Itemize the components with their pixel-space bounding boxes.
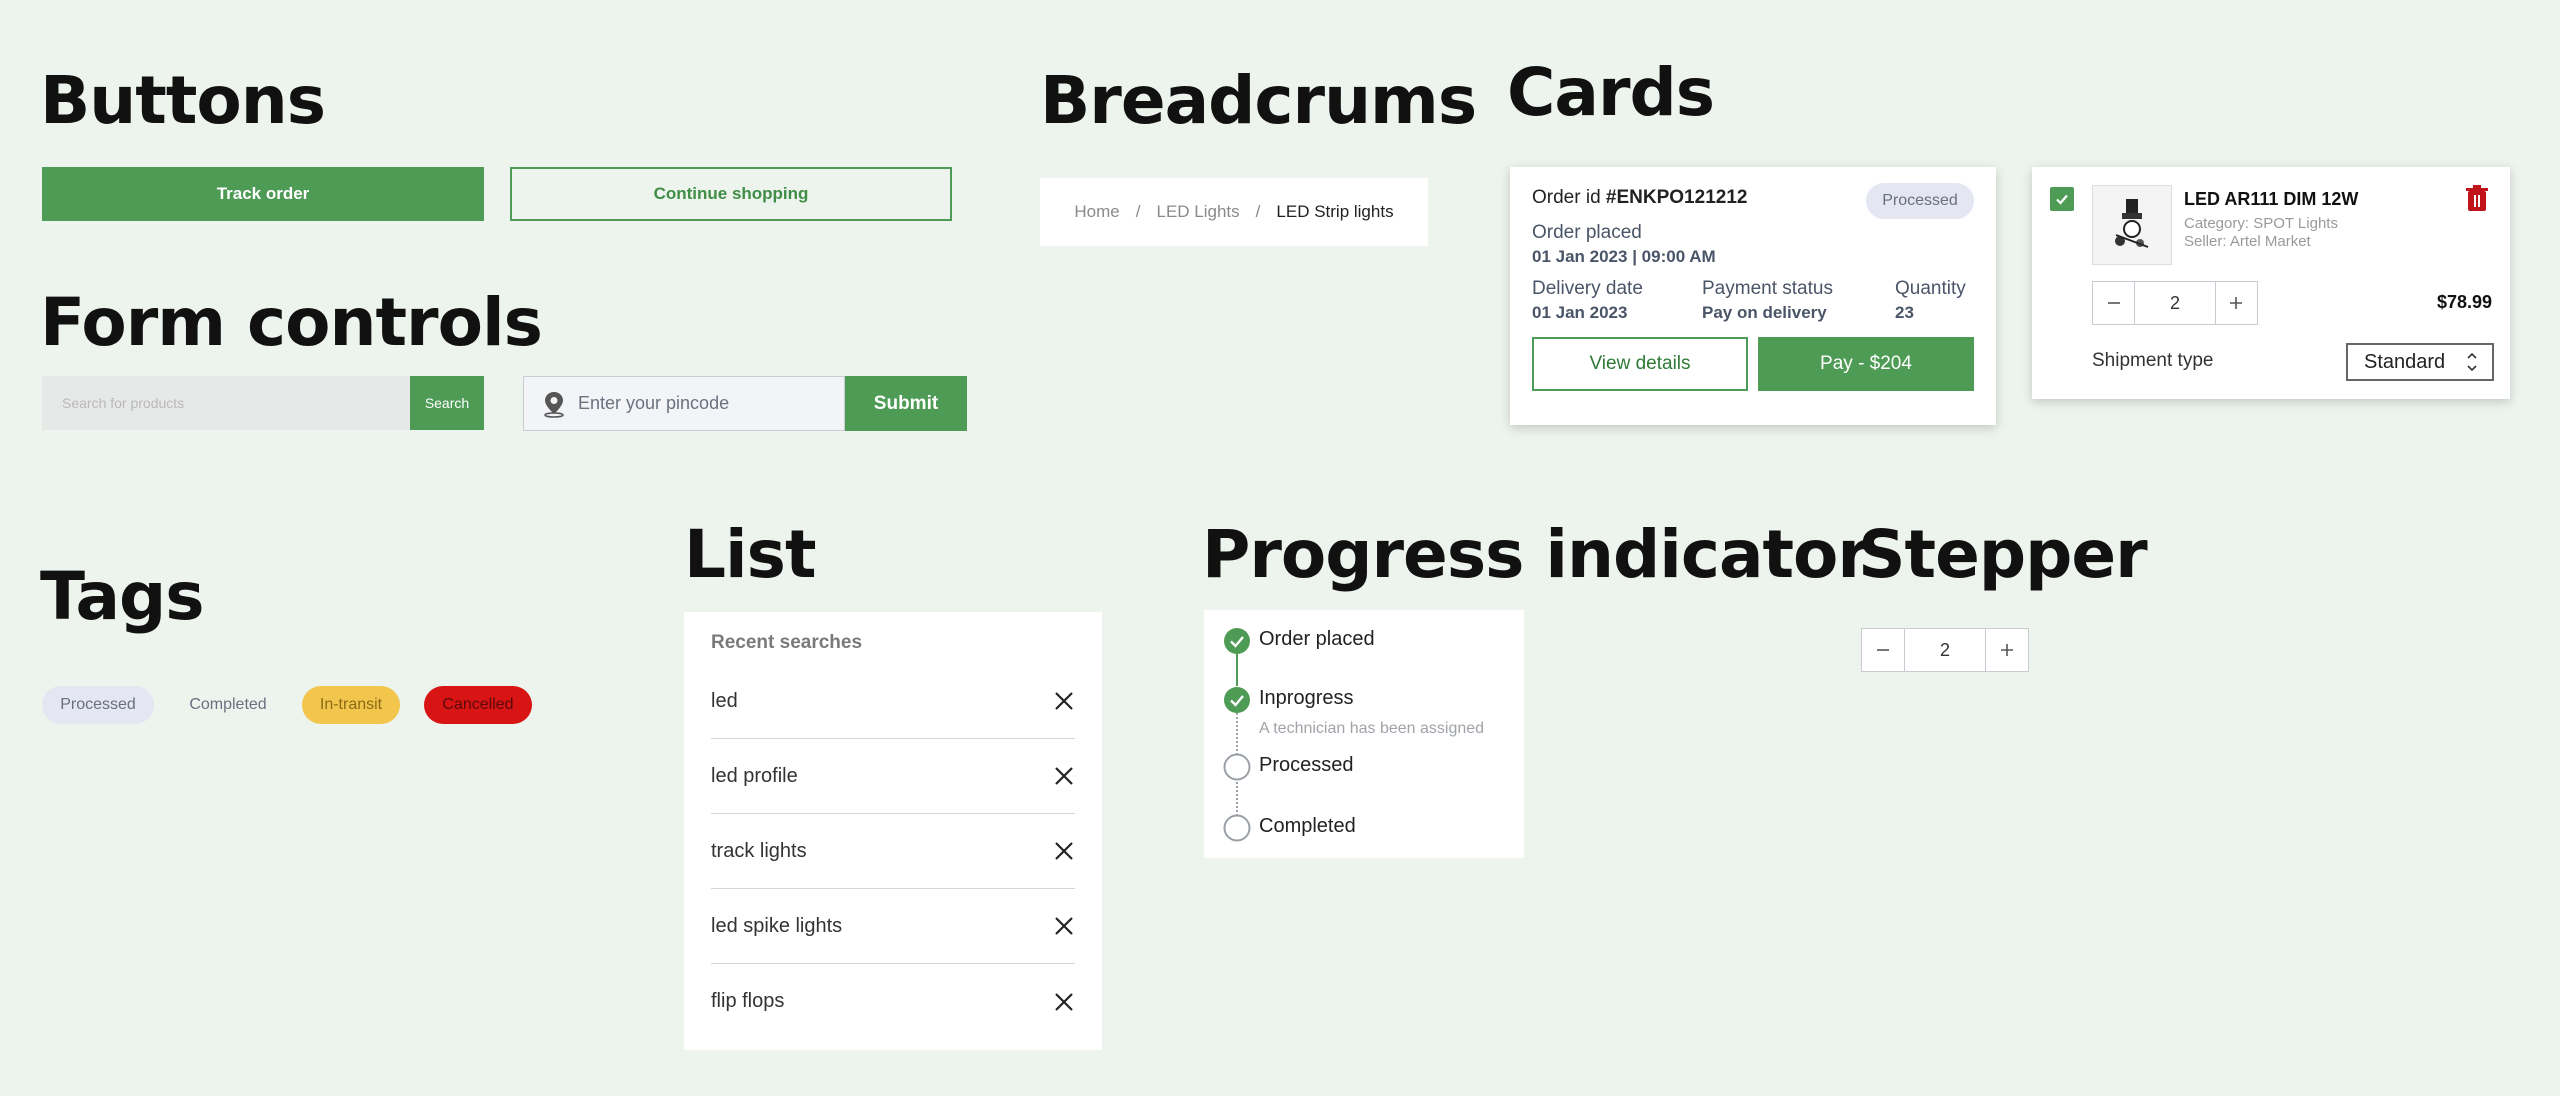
- section-title-cards: Cards: [1507, 54, 1715, 131]
- spotlight-icon: [2115, 199, 2149, 248]
- close-icon[interactable]: [1053, 915, 1075, 937]
- shipment-type-value: Standard: [2364, 350, 2446, 373]
- list-item[interactable]: led profile: [711, 739, 1075, 814]
- product-card: LED AR111 DIM 12W Category: SPOT Lights …: [2032, 167, 2510, 399]
- close-icon[interactable]: [1053, 690, 1075, 712]
- delivery-date-label: Delivery date: [1532, 278, 1643, 299]
- minus-icon: [1877, 649, 1890, 651]
- delete-button[interactable]: [2465, 185, 2489, 217]
- quantity-value: 23: [1895, 303, 1914, 322]
- submit-button[interactable]: Submit: [845, 376, 967, 431]
- breadcrumb-separator: /: [1255, 202, 1261, 221]
- breadcrumb-item-led-lights[interactable]: LED Lights: [1157, 202, 1240, 222]
- list-item[interactable]: led spike lights: [711, 889, 1075, 964]
- location-pin-icon: [544, 391, 564, 418]
- tag-cancelled: Cancelled: [424, 686, 532, 724]
- section-title-breadcrumbs: Breadcrums: [1040, 62, 1477, 139]
- order-id-value: #ENKPO121212: [1605, 187, 1748, 208]
- order-card: Order id #ENKPO121212 Processed Order pl…: [1510, 167, 1996, 425]
- tag-processed: Processed: [42, 686, 154, 724]
- increment-button[interactable]: [1986, 629, 2028, 671]
- list-item[interactable]: led: [711, 664, 1075, 739]
- quantity-input[interactable]: 2: [2134, 282, 2216, 324]
- decrement-button[interactable]: [1862, 629, 1904, 671]
- breadcrumb-item-home[interactable]: Home: [1074, 202, 1119, 222]
- select-checkbox[interactable]: [2050, 187, 2074, 211]
- breadcrumb-item-current: LED Strip lights: [1276, 202, 1394, 221]
- product-price: $78.99: [2436, 292, 2492, 312]
- list-item-label: led spike lights: [711, 914, 843, 937]
- section-title-form-controls: Form controls: [40, 284, 543, 361]
- close-icon[interactable]: [1053, 991, 1075, 1013]
- order-placed-label: Order placed: [1532, 222, 1642, 243]
- list-item-label: flip flops: [711, 990, 785, 1012]
- order-id-label: Order id: [1532, 187, 1601, 208]
- search-button[interactable]: Search: [410, 376, 484, 430]
- tag-in-transit: In-transit: [302, 686, 400, 724]
- breadcrumb-separator: /: [1135, 202, 1141, 221]
- delivery-date-value: 01 Jan 2023: [1532, 303, 1628, 322]
- tag-completed: Completed: [189, 696, 267, 713]
- pincode-field[interactable]: Enter your pincode: [523, 376, 845, 431]
- view-details-button[interactable]: View details: [1532, 337, 1748, 391]
- payment-status-label: Payment status: [1702, 278, 1833, 299]
- check-icon: [2056, 194, 2068, 205]
- progress-connector: [1236, 650, 1238, 686]
- payment-status-value: Pay on delivery: [1702, 303, 1827, 322]
- section-title-stepper: Stepper: [1858, 516, 2148, 593]
- plus-icon: [2230, 297, 2243, 309]
- plus-icon: [2000, 644, 2013, 656]
- increment-button[interactable]: [2216, 282, 2257, 324]
- continue-shopping-button[interactable]: Continue shopping: [510, 167, 952, 221]
- product-image: [2092, 185, 2172, 265]
- progress-step-label: Order placed: [1259, 628, 1375, 650]
- shipment-type-label: Shipment type: [2092, 350, 2214, 371]
- list-heading: Recent searches: [711, 632, 863, 653]
- close-icon[interactable]: [1053, 840, 1075, 862]
- order-placed-value: 01 Jan 2023 | 09:00 AM: [1532, 247, 1716, 266]
- progress-step-label: Processed: [1259, 754, 1354, 776]
- quantity-label: Quantity: [1895, 278, 1966, 299]
- list-item-label: led: [711, 689, 738, 712]
- product-seller: Seller: Artel Market: [2184, 233, 2311, 250]
- recent-searches-list: Recent searches led led profile track li…: [684, 612, 1102, 1050]
- list-item-label: led profile: [711, 764, 798, 787]
- breadcrumb: Home / LED Lights / LED Strip lights: [1040, 178, 1428, 246]
- empty-circle-icon: [1223, 814, 1251, 842]
- section-title-tags: Tags: [40, 558, 205, 635]
- pincode-placeholder: Enter your pincode: [578, 393, 730, 413]
- quantity-stepper: 2: [1861, 628, 2029, 672]
- empty-circle-icon: [1223, 753, 1251, 781]
- progress-step-label: Inprogress: [1259, 687, 1354, 709]
- trash-icon: [2466, 185, 2488, 211]
- product-quantity-stepper: 2: [2092, 281, 2258, 325]
- pay-button[interactable]: Pay - $204: [1758, 337, 1974, 391]
- section-title-list: List: [684, 516, 817, 593]
- search-input[interactable]: Search for products: [42, 376, 410, 430]
- check-circle-icon: [1224, 628, 1250, 654]
- decrement-button[interactable]: [2093, 282, 2134, 324]
- product-category: Category: SPOT Lights: [2184, 215, 2338, 232]
- status-badge: Processed: [1866, 183, 1974, 219]
- minus-icon: [2107, 302, 2120, 304]
- progress-indicator: Order placed Inprogress A technician has…: [1204, 610, 1524, 858]
- list-item[interactable]: flip flops: [711, 964, 1075, 1039]
- list-item-label: track lights: [711, 839, 807, 862]
- quantity-input[interactable]: 2: [1904, 629, 1986, 671]
- check-circle-icon: [1224, 687, 1250, 713]
- progress-connector: [1236, 778, 1238, 816]
- progress-step-note: A technician has been assigned: [1259, 720, 1485, 737]
- section-title-progress: Progress indicator: [1202, 516, 1870, 593]
- product-title[interactable]: LED AR111 DIM 12W: [2184, 189, 2358, 210]
- track-order-button[interactable]: Track order: [42, 167, 484, 221]
- progress-step-label: Completed: [1259, 815, 1356, 837]
- section-title-buttons: Buttons: [40, 62, 326, 139]
- order-id-row: Order id #ENKPO121212: [1532, 187, 1747, 209]
- close-icon[interactable]: [1053, 765, 1075, 787]
- shipment-type-select[interactable]: Standard: [2346, 343, 2494, 381]
- list-item[interactable]: track lights: [711, 814, 1075, 889]
- chevron-updown-icon: [2467, 352, 2477, 372]
